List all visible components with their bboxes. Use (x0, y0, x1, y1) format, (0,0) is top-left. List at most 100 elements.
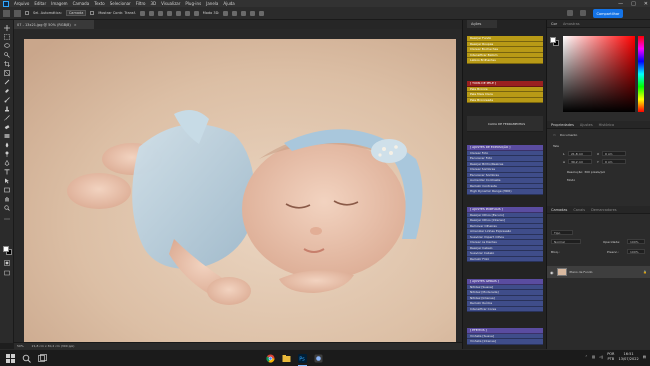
color-picker-field[interactable] (563, 36, 635, 112)
clock[interactable]: 16:51 13/07/2022 (619, 352, 639, 362)
action-item[interactable]: Intensificar Cores (467, 306, 543, 312)
workspace-icon[interactable] (580, 10, 586, 16)
auto-select-checkbox[interactable] (25, 11, 29, 15)
scale-3d-icon[interactable] (259, 10, 265, 16)
history-brush-tool-icon[interactable] (4, 115, 10, 121)
show-transform-checkbox[interactable] (90, 11, 95, 15)
slide-3d-icon[interactable] (250, 10, 256, 16)
type-tool-icon[interactable] (4, 169, 10, 175)
menu-selecionar[interactable]: Selecionar (110, 1, 131, 6)
align-center-icon[interactable] (148, 10, 154, 16)
photoshop-logo-icon[interactable] (3, 0, 9, 7)
tab-history[interactable]: Histórico (599, 123, 614, 127)
lasso-tool-icon[interactable] (4, 43, 10, 49)
close-tab-icon[interactable]: × (74, 23, 77, 27)
pan-3d-icon[interactable] (241, 10, 247, 16)
y-field[interactable]: 0 cm (602, 159, 626, 164)
move-tool-icon[interactable] (4, 25, 10, 31)
menu-janela[interactable]: Janela (206, 1, 218, 6)
more-options-icon[interactable] (193, 10, 199, 16)
menu-ajuda[interactable]: Ajuda (223, 1, 234, 6)
opacity-field[interactable]: 100% (627, 239, 645, 244)
menu-imagem[interactable]: Imagem (51, 1, 67, 6)
task-view-icon[interactable] (38, 354, 47, 363)
clone-stamp-tool-icon[interactable] (4, 106, 10, 112)
align-left-icon[interactable] (139, 10, 145, 16)
tab-color[interactable]: Cor (551, 22, 557, 26)
search-icon[interactable] (567, 10, 573, 16)
foreground-color-swatch[interactable] (3, 246, 9, 252)
chrome-icon[interactable] (266, 354, 275, 363)
zoom-level[interactable]: 50% (17, 344, 24, 348)
app-icon[interactable] (314, 354, 323, 363)
frame-tool-icon[interactable] (4, 70, 10, 76)
close-button[interactable]: ✕ (644, 1, 648, 7)
menu-arquivo[interactable]: Arquivo (14, 1, 29, 6)
document-tab[interactable]: 07 - 13x21.jpg @ 50% (RGB/8) × (14, 20, 94, 29)
eraser-tool-icon[interactable] (4, 124, 10, 130)
blur-tool-icon[interactable] (4, 142, 10, 148)
notification-icon[interactable]: ▤ (643, 355, 646, 359)
quick-select-tool-icon[interactable] (4, 52, 10, 58)
tab-adjustments[interactable]: Ajustes (580, 123, 593, 127)
quick-mask-icon[interactable] (4, 260, 10, 266)
gradient-tool-icon[interactable] (4, 133, 10, 139)
action-item[interactable]: Labios Brilhantes (467, 58, 543, 64)
tab-paths[interactable]: Demarcadores (591, 208, 617, 212)
action-item[interactable]: High Dynamic Range (HDR) (467, 189, 543, 195)
healing-brush-tool-icon[interactable] (4, 88, 10, 94)
auto-select-dropdown[interactable]: Camada (65, 10, 87, 16)
photoshop-taskbar-icon[interactable]: Ps (298, 354, 307, 363)
pen-tool-icon[interactable] (4, 160, 10, 166)
maximize-button[interactable]: □ (631, 1, 636, 7)
orbit-3d-icon[interactable] (223, 10, 229, 16)
windows-start-icon[interactable] (6, 354, 15, 363)
align-middle-icon[interactable] (175, 10, 181, 16)
language-indicator[interactable]: POR PTB (607, 352, 614, 362)
rectangle-tool-icon[interactable] (4, 187, 10, 193)
tab-properties[interactable]: Propriedades (551, 123, 574, 127)
tab-channels[interactable]: Canais (573, 208, 585, 212)
align-top-icon[interactable] (166, 10, 172, 16)
layer-row[interactable]: ◉ Plano de Fundo 🔒 (547, 266, 650, 278)
zoom-tool-icon[interactable] (4, 205, 10, 211)
marquee-tool-icon[interactable] (4, 34, 10, 40)
menu-visualizar[interactable]: Visualizar (161, 1, 180, 6)
foreground-color-swatch[interactable] (550, 37, 556, 43)
x-field[interactable]: 0 cm (602, 151, 626, 156)
blend-mode-dropdown[interactable]: Normal (551, 239, 581, 244)
path-selection-tool-icon[interactable] (4, 178, 10, 184)
height-field[interactable]: 30,2 cm (568, 159, 592, 164)
crop-tool-icon[interactable] (4, 61, 10, 67)
menu-texto[interactable]: Texto (94, 1, 105, 6)
width-field[interactable]: 21,8 cm (568, 151, 592, 156)
folder-icon[interactable] (282, 354, 291, 363)
move-tool-icon[interactable] (14, 9, 21, 17)
network-icon[interactable]: ▥ (592, 355, 595, 359)
home-icon[interactable] (3, 9, 10, 17)
hue-slider[interactable] (638, 36, 644, 112)
hand-tool-icon[interactable] (4, 196, 10, 202)
tab-swatches[interactable]: Amostras (563, 22, 580, 26)
action-item[interactable]: Reduzir Frizz (467, 256, 543, 262)
share-button[interactable]: Compartilhar (593, 9, 623, 18)
dodge-tool-icon[interactable] (4, 151, 10, 157)
document-image[interactable] (24, 39, 456, 342)
action-item[interactable]: Pele Bronzeada (467, 97, 543, 103)
brush-tool-icon[interactable] (4, 97, 10, 103)
align-bottom-icon[interactable] (184, 10, 190, 16)
menu-filtro[interactable]: Filtro (136, 1, 146, 6)
search-icon[interactable] (22, 354, 31, 363)
screen-mode-icon[interactable] (4, 270, 10, 276)
layer-kind-filter[interactable]: Tipo (551, 230, 573, 235)
align-right-icon[interactable] (157, 10, 163, 16)
menu-3d[interactable]: 3D (151, 1, 157, 6)
more-tools-icon[interactable] (4, 216, 10, 222)
visibility-eye-icon[interactable]: ◉ (550, 270, 554, 275)
menu-camada[interactable]: Camada (73, 1, 90, 6)
tab-layers[interactable]: Camadas (551, 208, 567, 212)
fill-field[interactable]: 100% (627, 249, 645, 254)
canvas-area[interactable] (14, 29, 462, 342)
action-set-header[interactable]: CAIXA DE FERRAMENTAS (467, 116, 543, 132)
tab-actions[interactable]: Ações (467, 20, 497, 28)
